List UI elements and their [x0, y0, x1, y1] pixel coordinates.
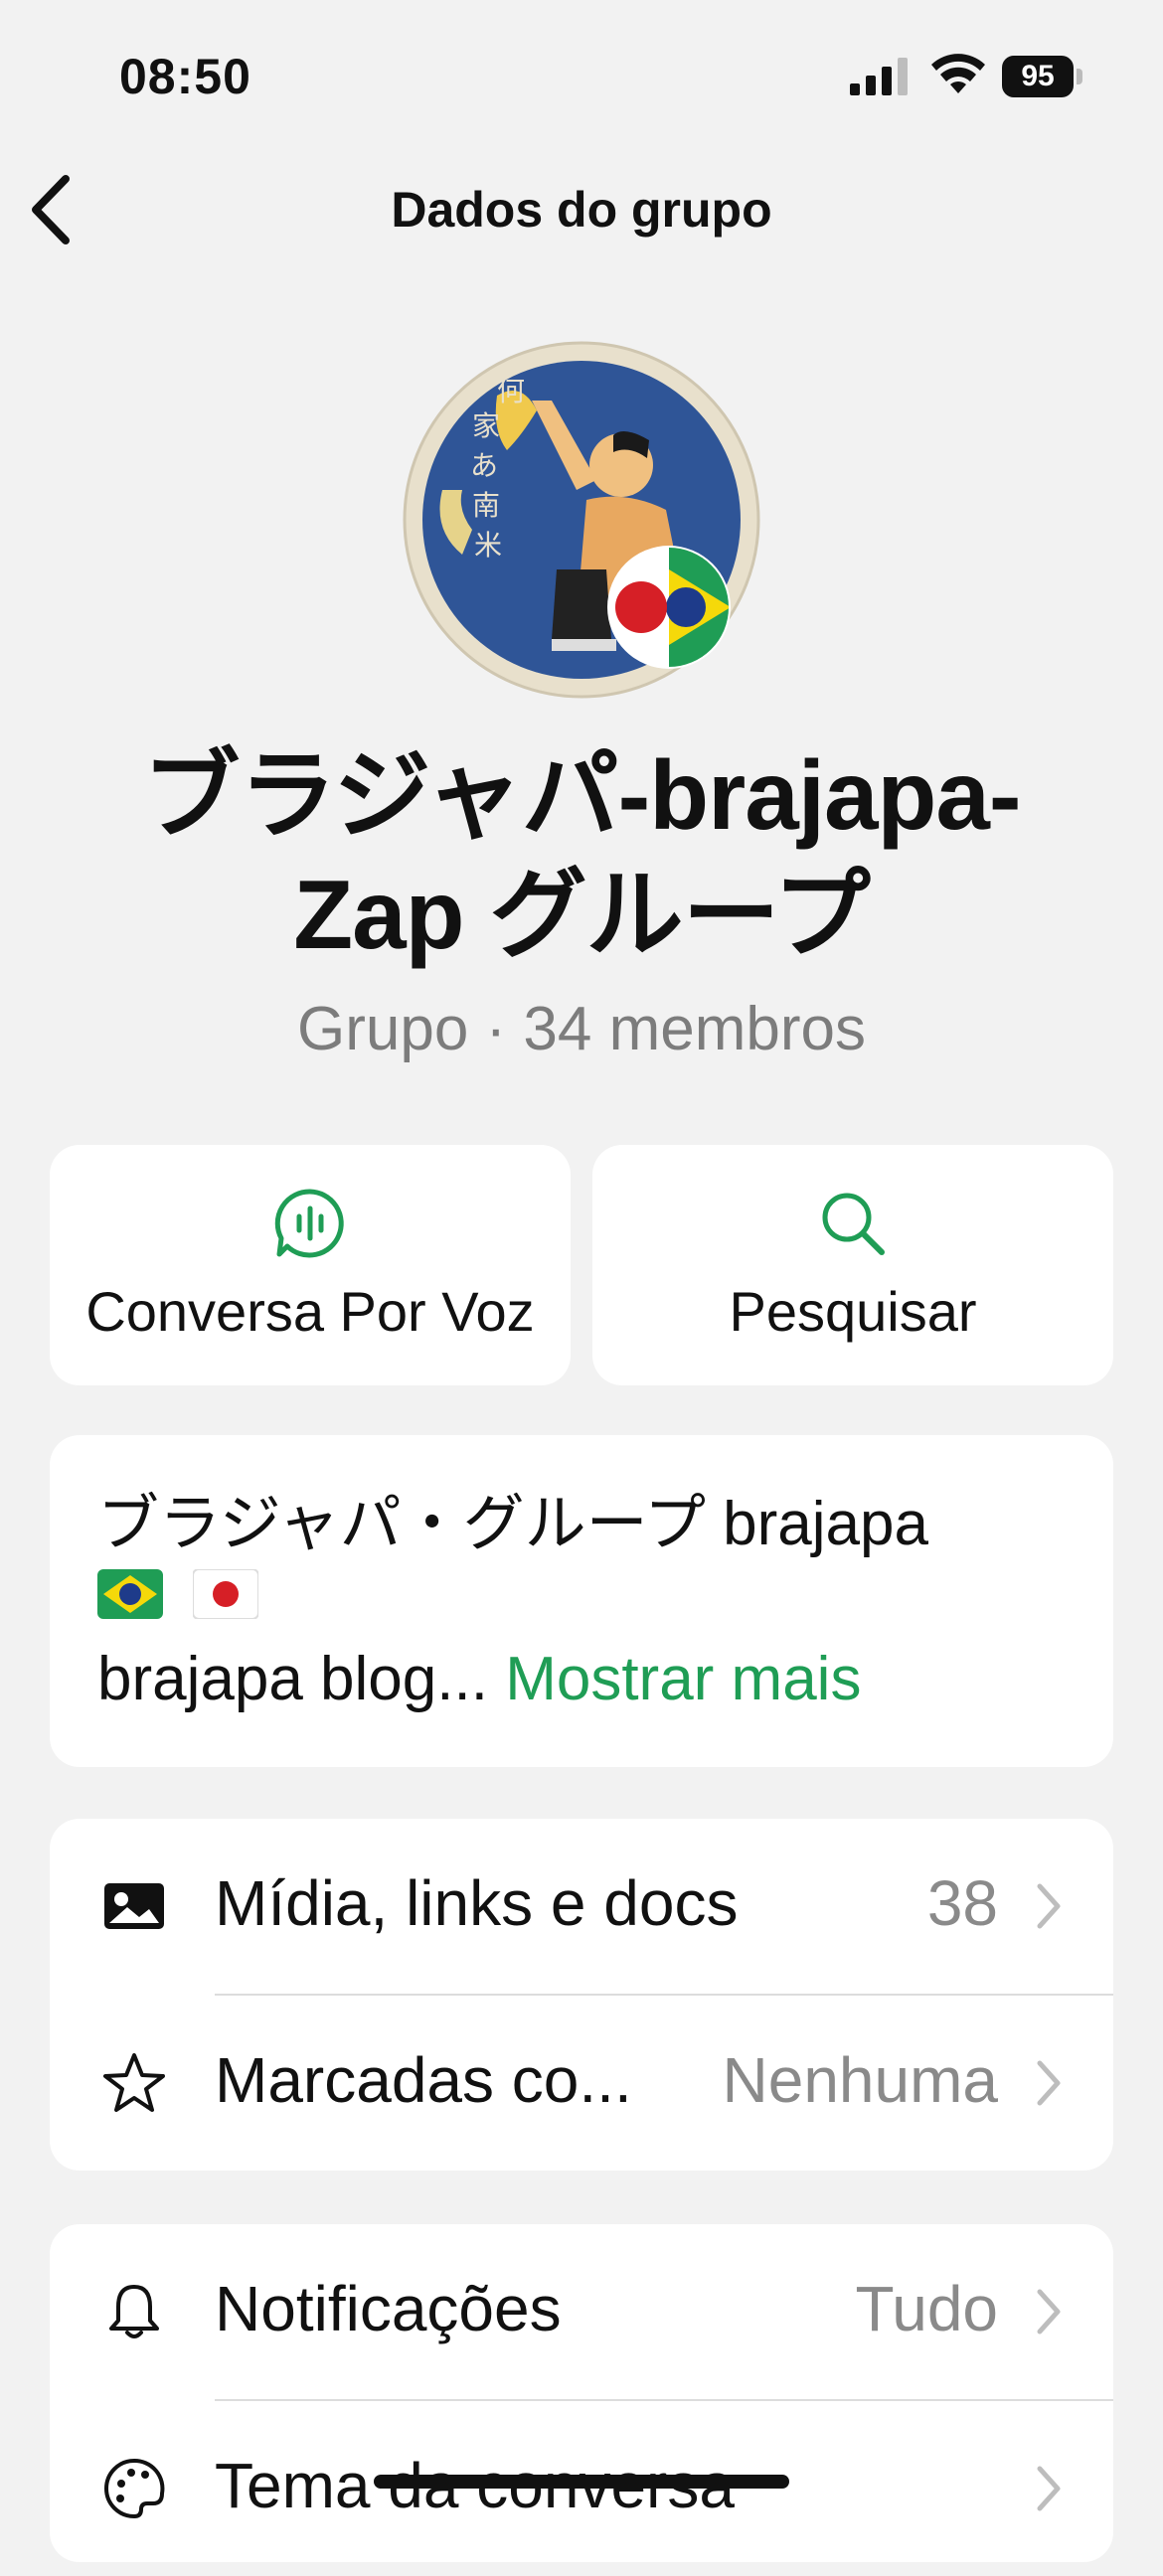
wifi-icon — [931, 54, 985, 93]
battery-level: 95 — [1002, 56, 1074, 97]
starred-messages-value: Nenhuma — [722, 2044, 999, 2116]
settings-section: Notificações Tudo Tema da conversa — [50, 2224, 1113, 2562]
search-icon — [822, 1193, 885, 1255]
starred-messages-label: Marcadas co... — [215, 2044, 632, 2116]
status-bar: 08:50 95 — [0, 0, 1163, 149]
group-name-line2: Zap グループ — [293, 860, 871, 969]
navigation-bar: Dados do grupo — [0, 159, 1163, 258]
bell-icon — [109, 2285, 159, 2338]
group-name-line1: ブラジャパ-brajapa- — [142, 740, 1021, 850]
show-more-link[interactable]: Mostrar mais — [505, 1645, 861, 1713]
group-description: ブラジャパ・グループ brajapa brajapa blog... Mostr… — [50, 1435, 1113, 1767]
image-icon — [104, 1883, 164, 1929]
voice-chat-icon — [274, 1189, 344, 1258]
search-button[interactable]: Pesquisar — [592, 1145, 1113, 1385]
cellular-signal-icon — [850, 58, 908, 95]
chat-theme-row[interactable]: Tema da conversa — [50, 2401, 1113, 2576]
battery-icon: 95 — [1002, 56, 1083, 97]
media-links-docs-row[interactable]: Mídia, links e docs 38 — [50, 1819, 1113, 1994]
group-avatar[interactable]: 何 家 あ 南 米 — [403, 341, 760, 699]
chevron-right-icon — [1037, 2466, 1061, 2511]
page-title: Dados do grupo — [391, 182, 772, 238]
search-label: Pesquisar — [729, 1280, 977, 1343]
notifications-label: Notificações — [215, 2273, 562, 2344]
svg-text:家: 家 — [472, 409, 500, 442]
media-links-docs-label: Mídia, links e docs — [215, 1867, 739, 1939]
notifications-value: Tudo — [855, 2273, 999, 2344]
description-truncated: brajapa blog... — [97, 1645, 488, 1713]
japan-flag-icon — [193, 1569, 258, 1619]
notifications-row[interactable]: Notificações Tudo — [50, 2224, 1113, 2399]
svg-text:何: 何 — [497, 375, 525, 407]
star-icon — [103, 2053, 165, 2112]
voice-chat-button[interactable]: Conversa Por Voz — [50, 1145, 571, 1385]
description-preview: brajapa blog... Mostrar mais — [97, 1644, 861, 1714]
status-time: 08:50 — [119, 49, 251, 104]
voice-chat-label: Conversa Por Voz — [85, 1280, 535, 1343]
starred-messages-row[interactable]: Marcadas co... Nenhuma — [50, 1996, 1113, 2171]
chevron-right-icon — [1037, 2289, 1061, 2334]
description-text: ブラジャパ・グループ brajapa — [97, 1490, 928, 1558]
svg-text:あ: あ — [470, 449, 498, 482]
media-count: 38 — [926, 1867, 998, 1939]
chevron-right-icon — [1037, 2060, 1061, 2106]
svg-text:南: 南 — [472, 489, 500, 522]
chevron-right-icon — [1037, 1883, 1061, 1929]
media-section: Mídia, links e docs 38 Marcadas co... Ne… — [50, 1819, 1113, 2171]
group-name: ブラジャパ-brajapa- Zap グループ — [60, 735, 1103, 974]
group-member-count: Grupo · 34 membros — [297, 995, 866, 1063]
palette-icon — [104, 2458, 165, 2519]
home-indicator — [374, 2475, 789, 2489]
brazil-flag-icon — [97, 1569, 163, 1619]
svg-text:米: 米 — [474, 529, 502, 562]
